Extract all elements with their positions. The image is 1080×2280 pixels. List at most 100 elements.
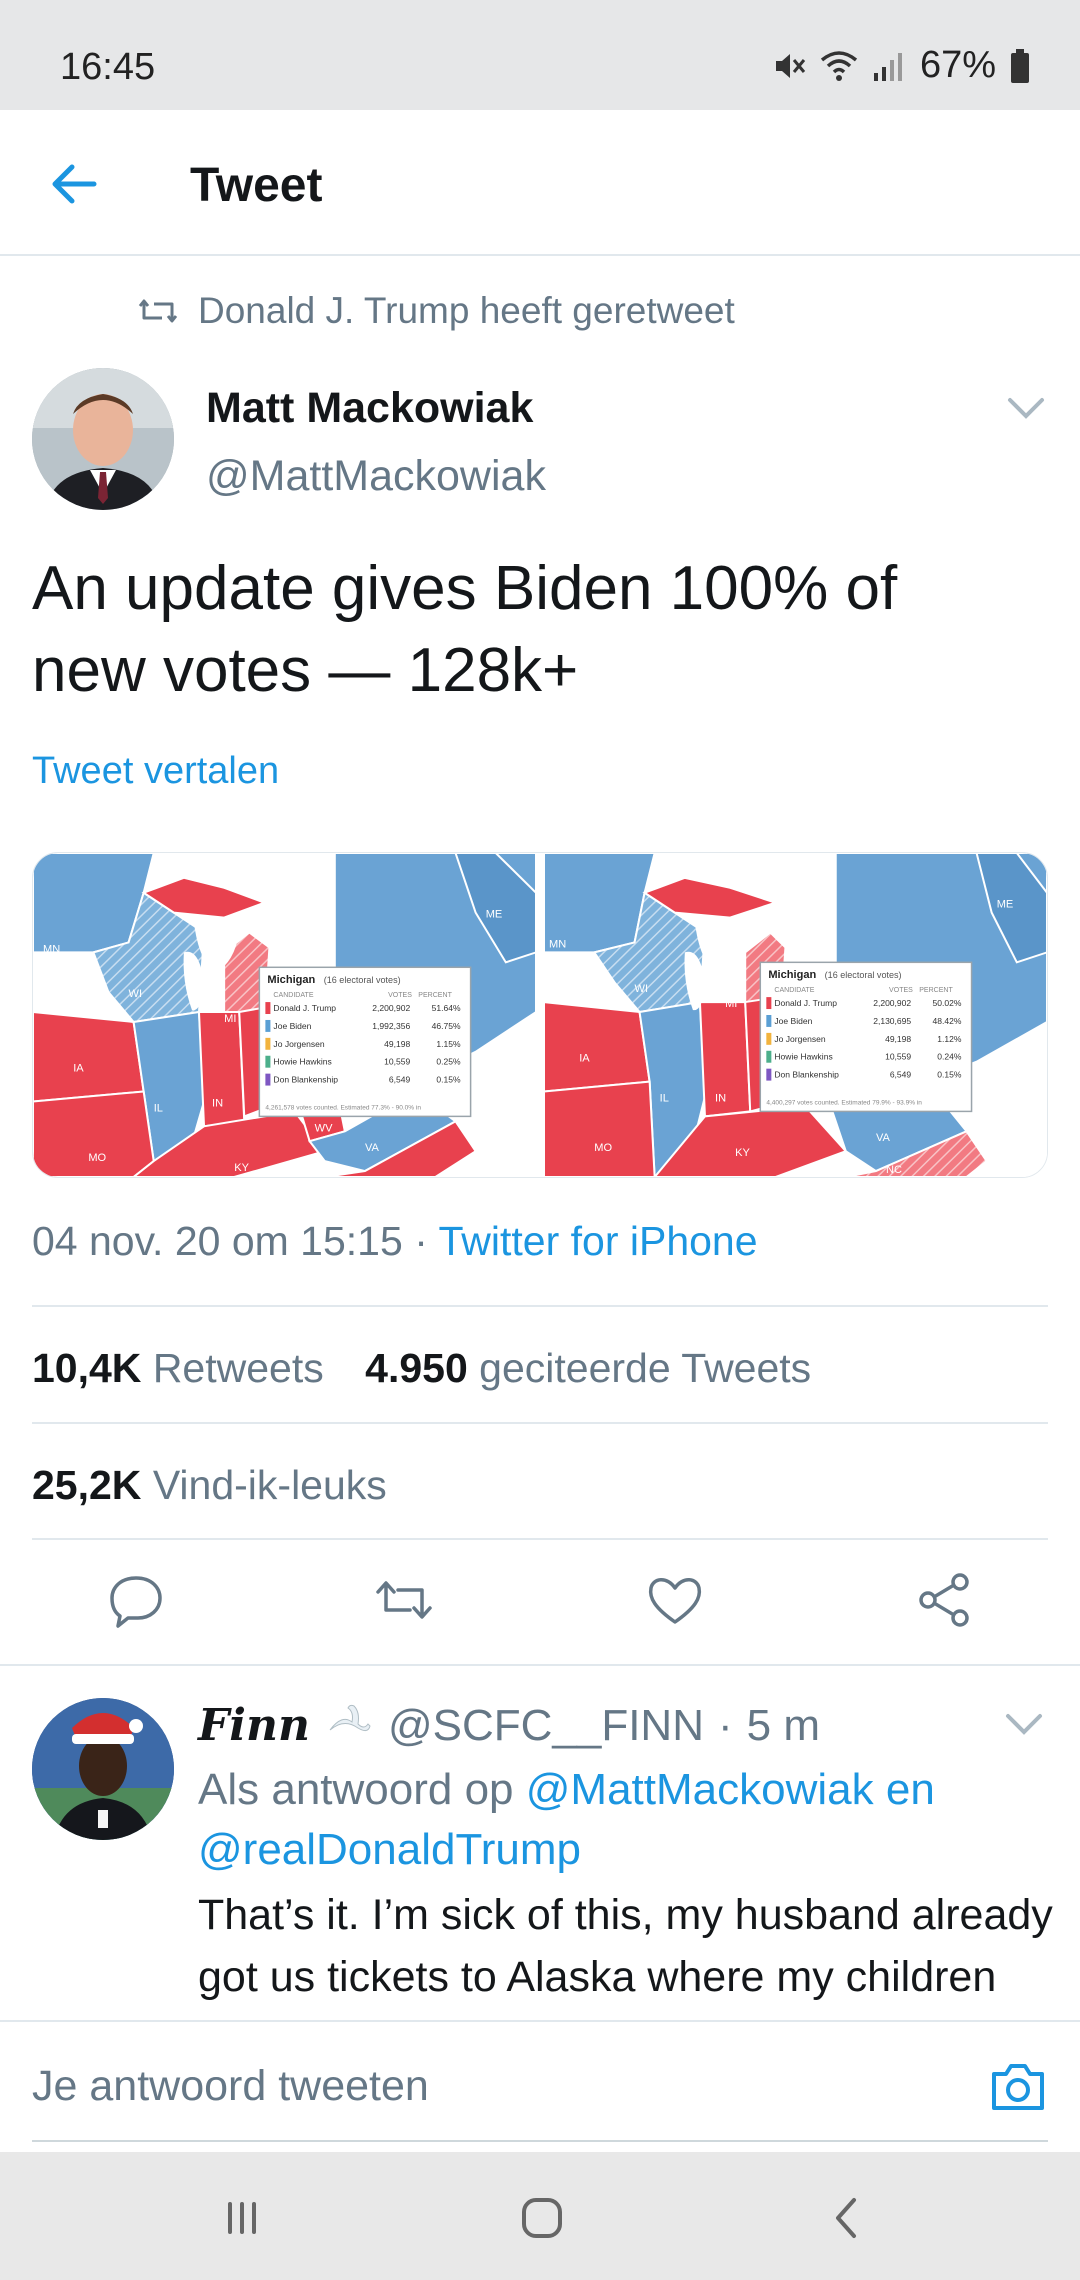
share-icon[interactable]	[914, 1570, 974, 1630]
reply-compose-bar[interactable]: Je antwoord tweeten	[0, 2020, 1080, 2152]
reply-display-name: Finn	[198, 1700, 310, 1751]
back-nav-icon[interactable]	[818, 2188, 878, 2248]
retweets-label: Retweets	[152, 1345, 324, 1391]
popup-cell: Don Blankenship	[273, 1075, 338, 1085]
mute-icon	[775, 53, 806, 78]
state-label: WI	[635, 983, 649, 995]
popup-cell: 48.42%	[933, 1016, 962, 1026]
popup-footer: 4,261,578 votes counted. Estimated 77.3%…	[265, 1104, 421, 1111]
chevron-down-icon[interactable]	[1002, 392, 1050, 424]
state-label: KY	[735, 1147, 750, 1159]
popup-cell: 0.15%	[436, 1075, 461, 1085]
popup-cell: 46.75%	[432, 1021, 461, 1031]
reply-header[interactable]: Finn @SCFC__FINN · 5 m	[198, 1700, 820, 1751]
state-label: IA	[73, 1063, 84, 1075]
popup-cell: 1.15%	[436, 1039, 461, 1049]
mention-link[interactable]: @MattMackowiak	[526, 1765, 874, 1814]
state-label: IN	[715, 1093, 726, 1105]
state-label: VA	[876, 1132, 891, 1144]
signal-icon	[873, 52, 902, 81]
popup-column-header: CANDIDATE	[774, 987, 814, 994]
popup-title: Michigan	[768, 969, 816, 981]
popup-cell: 10,559	[885, 1052, 911, 1062]
replying-prefix: Als antwoord op	[198, 1765, 514, 1814]
quotes-stat[interactable]: 4.950 geciteerde Tweets	[365, 1345, 811, 1391]
popup-title: Michigan	[267, 974, 315, 986]
translate-tweet-link[interactable]: Tweet vertalen	[32, 750, 279, 793]
author-name[interactable]: Matt Mackowiak	[206, 384, 533, 433]
home-icon[interactable]	[512, 2188, 572, 2248]
likes-count: 25,2K	[32, 1462, 142, 1508]
reply-age: 5 m	[746, 1701, 820, 1750]
popup-footer: 4,400,297 votes counted. Estimated 79.9%…	[766, 1099, 922, 1106]
state-label: ME	[486, 909, 503, 921]
results-popup: Michigan (16 electoral votes) CANDIDATE VOT…	[759, 961, 973, 1113]
retweet-action-icon[interactable]	[374, 1570, 434, 1630]
retweeted-by-label: Donald J. Trump heeft geretweet	[198, 290, 735, 331]
system-nav-bar	[0, 2152, 1080, 2280]
popup-cell: Howie Hawkins	[774, 1052, 832, 1062]
retweeted-by[interactable]: Donald J. Trump heeft geretweet	[138, 290, 735, 332]
retweets-count: 10,4K	[32, 1345, 142, 1391]
tweet-client-link[interactable]: Twitter for iPhone	[439, 1218, 758, 1264]
chevron-down-icon[interactable]	[1002, 1710, 1046, 1740]
reply-icon[interactable]	[106, 1570, 166, 1630]
state-label: KY	[234, 1162, 249, 1174]
recent-apps-icon[interactable]	[212, 2188, 272, 2248]
camera-icon[interactable]	[988, 2058, 1048, 2114]
avatar-image	[32, 368, 174, 510]
candidate-swatch	[265, 1073, 271, 1086]
popup-cell: 0.15%	[937, 1070, 962, 1080]
tweet-timestamp: 04 nov. 20 om 15:15	[32, 1218, 403, 1264]
avatar-image	[32, 1698, 174, 1840]
popup-cell: 51.64%	[432, 1003, 461, 1013]
popup-cell: Howie Hawkins	[273, 1057, 331, 1067]
popup-cell: 49,198	[384, 1039, 410, 1049]
app-bar: Tweet	[0, 110, 1080, 256]
state-label: IA	[579, 1053, 590, 1065]
swan-icon	[329, 1704, 371, 1732]
status-icons: 67%	[772, 44, 1030, 87]
heart-icon[interactable]	[645, 1570, 705, 1630]
likes-label: Vind-ik-leuks	[152, 1462, 387, 1508]
popup-cell: Jo Jorgensen	[774, 1034, 826, 1044]
popup-cell: 49,198	[885, 1034, 911, 1044]
retweet-icon	[138, 299, 178, 323]
state-label: ME	[997, 899, 1014, 911]
candidate-swatch	[766, 997, 772, 1010]
retweets-stat[interactable]: 10,4K Retweets	[32, 1345, 324, 1391]
reply-avatar[interactable]	[32, 1698, 174, 1840]
popup-column-header: VOTES	[388, 992, 412, 999]
election-map-right[interactable]: MN WI MI IA IL IN MO KY VA ME NC Michigan (16 elect…	[544, 853, 1047, 1177]
popup-subtitle: (16 electoral votes)	[324, 975, 401, 985]
quotes-count: 4.950	[365, 1345, 468, 1391]
replying-to: Als antwoord op @MattMackowiak en @realD…	[198, 1760, 1058, 1880]
popup-cell: 2,200,902	[372, 1003, 410, 1013]
popup-column-header: PERCENT	[919, 987, 953, 994]
state-label: MN	[549, 938, 566, 950]
candidate-swatch	[265, 1037, 271, 1050]
candidate-swatch	[265, 1055, 271, 1068]
arrow-left-icon[interactable]	[44, 154, 104, 214]
tweet-media[interactable]: MN WI MI IA IL IN MO KY WV VA ME Michigan (16 elect…	[32, 852, 1048, 1178]
section-divider	[0, 1664, 1080, 1666]
results-popup: Michigan (16 electoral votes) CANDIDATE VOT…	[258, 966, 472, 1118]
reply-input[interactable]: Je antwoord tweeten	[32, 2062, 429, 2111]
mention-link[interactable]: @realDonaldTrump	[198, 1825, 581, 1874]
state-label: WV	[315, 1122, 333, 1134]
popup-cell: 50.02%	[933, 998, 962, 1008]
status-time: 16:45	[60, 46, 156, 88]
wifi-icon	[820, 50, 858, 81]
reply-separator: ·	[717, 1701, 733, 1750]
election-map-left[interactable]: MN WI MI IA IL IN MO KY WV VA ME Michigan (16 elect…	[33, 853, 536, 1177]
popup-cell: Donald J. Trump	[273, 1003, 336, 1013]
state-label: NC	[886, 1164, 902, 1176]
candidate-swatch	[766, 1015, 772, 1027]
author-avatar[interactable]	[32, 368, 174, 510]
page-title: Tweet	[190, 159, 323, 212]
candidate-swatch	[766, 1032, 772, 1045]
popup-cell: 1,992,356	[372, 1021, 410, 1031]
likes-stat[interactable]: 25,2K Vind-ik-leuks	[32, 1462, 387, 1509]
compose-underline	[32, 2140, 1048, 2142]
author-handle[interactable]: @MattMackowiak	[206, 452, 546, 501]
